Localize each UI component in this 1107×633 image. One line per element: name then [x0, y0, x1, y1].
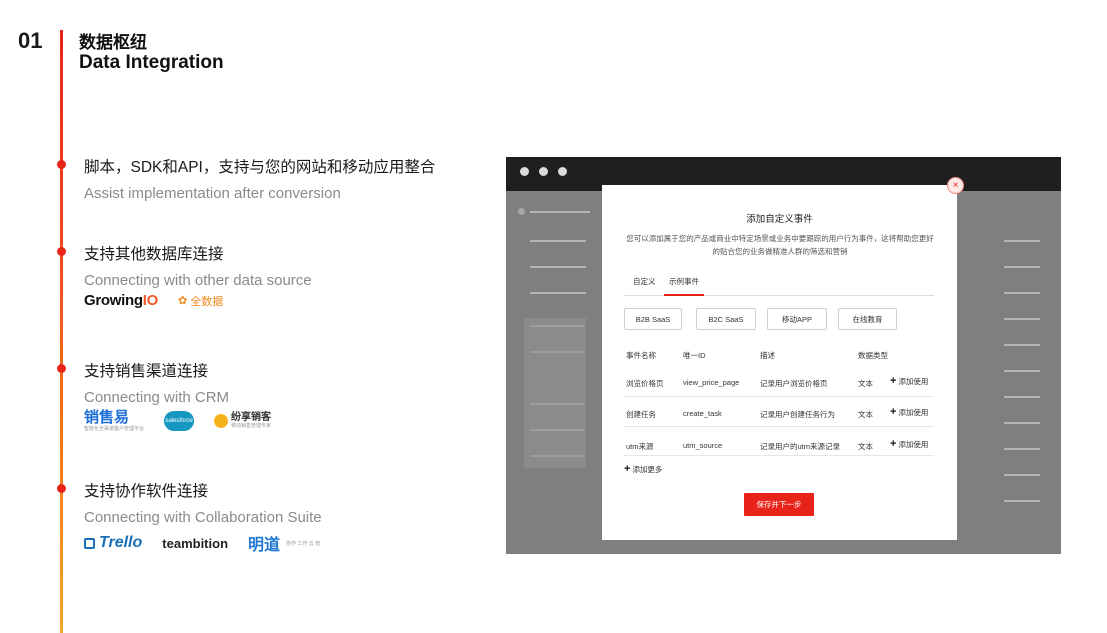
column-header-unique-id: 唯一ID — [683, 351, 706, 360]
modal-title: 添加自定义事件 — [746, 214, 813, 225]
plus-icon: + — [890, 375, 897, 387]
feature-title-cn: 支持销售渠道连接 — [84, 363, 209, 380]
backdrop-line — [530, 455, 584, 457]
feature-item: 支持销售渠道连接 Connecting with CRM — [84, 359, 229, 406]
backdrop-line — [1004, 422, 1040, 424]
timeline-line — [60, 30, 63, 633]
feature-item: 支持其他数据库连接 Connecting with other data sou… — [84, 242, 312, 289]
section-number: 01 — [18, 28, 43, 53]
row-divider — [624, 396, 934, 397]
add-use-button[interactable]: + 添加使用 — [890, 439, 928, 450]
app-screenshot-window: 添加自定义事件 您可以添加属于您的产品或商业中特定场景或业务中要跟踪的用户行为事… — [506, 157, 1061, 554]
backdrop-sidebar — [524, 318, 586, 468]
row-divider — [624, 426, 934, 427]
backdrop-line — [530, 266, 586, 268]
row-divider — [624, 455, 934, 456]
tab-custom[interactable]: 自定义 — [633, 276, 656, 296]
preset-b2c-saas-button[interactable]: B2C SaaS — [696, 308, 756, 330]
backdrop-line — [1004, 448, 1040, 450]
backdrop-line — [1004, 292, 1040, 294]
preset-b2b-saas-button[interactable]: B2B SaaS — [624, 308, 682, 330]
backdrop-line — [530, 292, 586, 294]
event-type: 文本 — [858, 379, 873, 388]
backdrop-line — [1004, 396, 1040, 398]
logo-row-collab: Trello teambition 明道 协作 工作 云 管 — [84, 531, 320, 555]
add-use-button[interactable]: + 添加使用 — [890, 407, 928, 418]
section-title-cn: 数据枢纽 — [79, 33, 147, 52]
column-header-data-type: 数据类型 — [858, 351, 888, 360]
event-description: 记录用户的utm来源记录 — [760, 442, 841, 451]
column-header-event-name: 事件名称 — [626, 351, 656, 360]
window-dot-icon — [520, 167, 529, 176]
backdrop-line — [1004, 370, 1040, 372]
event-description: 记录用户创建任务行为 — [760, 410, 835, 419]
backdrop-line — [1004, 344, 1040, 346]
backdrop-line — [1004, 318, 1040, 320]
event-id: utm_source — [683, 441, 723, 450]
event-type: 文本 — [858, 410, 873, 419]
backdrop-line — [1004, 500, 1040, 502]
fenxiang-icon — [214, 414, 229, 428]
feature-title-en: Assist implementation after conversion — [84, 185, 341, 202]
event-description: 记录用户浏览价格页 — [760, 379, 828, 388]
timeline-dot — [57, 484, 66, 493]
feature-title-en: Connecting with CRM — [84, 389, 230, 406]
backdrop-line — [1004, 240, 1040, 242]
timeline-dot — [57, 364, 66, 373]
trello-board-icon — [84, 537, 95, 549]
timeline-dot — [57, 160, 66, 169]
logo-row-datasource: GrowingIO ✿ 全数据 — [84, 292, 223, 309]
salesforce-logo: salesforce — [164, 411, 195, 431]
feature-item: 支持协作软件连接 Connecting with Collaboration S… — [84, 479, 322, 526]
feature-title-en: Connecting with Collaboration Suite — [84, 509, 322, 526]
event-name: 浏览价格页 — [626, 379, 664, 388]
feature-title-cn: 支持协作软件连接 — [84, 483, 209, 500]
quanshuju-logo: ✿ 全数据 — [177, 295, 224, 308]
modal-tabs: 自定义 示例事件 — [624, 276, 934, 296]
backdrop-line — [1004, 474, 1040, 476]
logo-row-crm: 销售易 智能化全渠道客户管理平台 salesforce 纷享销客 移动销售管理专… — [84, 410, 271, 432]
backdrop-line — [530, 429, 584, 431]
close-icon[interactable]: × — [947, 177, 964, 194]
plus-icon: + — [624, 463, 631, 475]
backdrop-line — [530, 403, 584, 405]
feature-title-en: Connecting with other data source — [84, 272, 312, 289]
timeline-dot — [57, 247, 66, 256]
backdrop-line — [1004, 266, 1040, 268]
event-id: view_price_page — [683, 378, 740, 387]
plus-icon: + — [890, 406, 897, 418]
window-dot-icon — [558, 167, 567, 176]
add-more-button[interactable]: + 添加更多 — [624, 464, 662, 475]
add-use-button[interactable]: + 添加使用 — [890, 376, 928, 387]
event-id: create_task — [683, 409, 722, 418]
save-and-next-button[interactable]: 保存并下一步 — [744, 493, 814, 516]
backdrop-avatar — [518, 208, 525, 215]
event-type: 文本 — [858, 442, 873, 451]
trello-logo: Trello — [84, 534, 142, 552]
feature-title-cn: 脚本，SDK和API，支持与您的网站和移动应用整合 — [84, 159, 436, 176]
backdrop-line — [530, 325, 584, 327]
preset-mobile-app-button[interactable]: 移动APP — [767, 308, 827, 330]
backdrop-line — [530, 240, 586, 242]
add-custom-event-modal: 添加自定义事件 您可以添加属于您的产品或商业中特定场景或业务中要跟踪的用户行为事… — [602, 185, 957, 540]
fenxiang-logo: 纷享销客 移动销售管理专家 — [214, 413, 271, 429]
plus-icon: + — [890, 438, 897, 450]
backdrop-line — [530, 351, 584, 353]
backdrop-line — [530, 211, 590, 213]
tab-example-events[interactable]: 示例事件 — [664, 276, 704, 296]
feature-title-cn: 支持其他数据库连接 — [84, 246, 224, 263]
mingdao-logo: 明道 协作 工作 云 管 — [248, 537, 321, 554]
leaf-icon: ✿ — [177, 295, 188, 307]
teambition-logo: teambition — [162, 535, 229, 551]
column-header-description: 描述 — [760, 351, 775, 360]
window-dot-icon — [539, 167, 548, 176]
growingio-logo: GrowingIO — [84, 292, 158, 309]
feature-item: 脚本，SDK和API，支持与您的网站和移动应用整合 Assist impleme… — [84, 155, 435, 202]
xiaoshouyi-logo: 销售易 智能化全渠道客户管理平台 — [84, 409, 145, 432]
section-title-en: Data Integration — [79, 52, 224, 73]
event-name: utm来源 — [626, 442, 654, 451]
modal-description: 您可以添加属于您的产品或商业中特定场景或业务中要跟踪的用户行为事件，这将帮助您更… — [626, 234, 934, 256]
event-name: 创建任务 — [626, 410, 656, 419]
preset-online-education-button[interactable]: 在线教育 — [838, 308, 897, 330]
